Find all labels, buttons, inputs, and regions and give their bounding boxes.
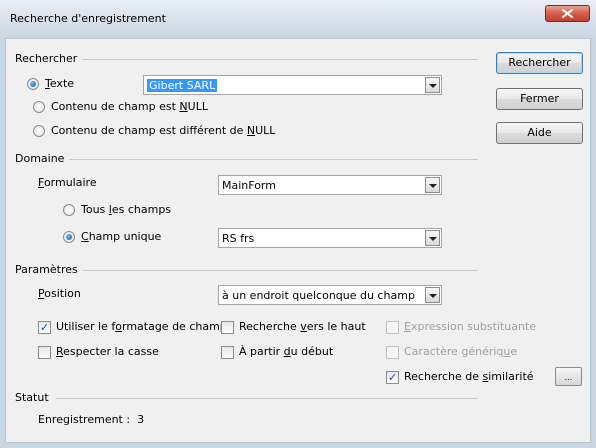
form-select[interactable]: MainForm [218, 175, 442, 195]
field-select[interactable]: RS frs [218, 228, 442, 248]
form-label: Formulaire [38, 176, 97, 189]
text-radio-label[interactable]: Texte [45, 77, 74, 90]
params-group-divider [83, 270, 478, 271]
status-group-divider [56, 398, 478, 399]
search-text-value[interactable]: Gibert SARL [147, 79, 218, 92]
similarity-options-label: ... [564, 373, 573, 382]
help-button[interactable]: Aide [496, 122, 583, 144]
help-button-label: Aide [527, 126, 552, 139]
position-select[interactable]: à un endroit quelconque du champ [218, 285, 442, 305]
field-format-label[interactable]: Utiliser le formatage de champ [56, 320, 227, 333]
not-null-radio-label[interactable]: Contenu de champ est différent de NULL [51, 124, 275, 137]
regex-checkbox[interactable] [386, 321, 399, 334]
all-fields-radio-label[interactable]: Tous les champs [81, 203, 171, 216]
search-button[interactable]: Rechercher [496, 52, 583, 74]
record-status: Enregistrement : 3 [38, 413, 145, 426]
window-close-button[interactable] [545, 5, 590, 22]
search-group-label: Rechercher [15, 52, 78, 65]
match-case-checkbox[interactable] [38, 346, 51, 359]
search-button-label: Rechercher [508, 56, 571, 69]
single-field-radio-label[interactable]: Champ unique [81, 230, 161, 243]
similarity-label[interactable]: Recherche de similarité [404, 370, 534, 383]
field-format-checkbox[interactable]: ✓ [38, 321, 51, 334]
chevron-down-icon[interactable] [425, 77, 440, 93]
search-group-divider [82, 59, 478, 60]
search-up-checkbox[interactable] [221, 321, 234, 334]
close-button-label: Fermer [520, 92, 559, 105]
similarity-options-button[interactable]: ... [555, 367, 582, 386]
domain-group-divider [69, 159, 478, 160]
status-group-label: Statut [15, 391, 49, 404]
window-title: Recherche d'enregistrement [10, 12, 166, 25]
text-radio[interactable] [27, 78, 39, 90]
wildcard-label: Caractère générique [404, 345, 518, 358]
regex-label: Expression substituante [404, 320, 537, 333]
position-select-value: à un endroit quelconque du champ [222, 289, 415, 302]
form-select-value: MainForm [222, 179, 276, 192]
search-up-label[interactable]: Recherche vers le haut [239, 320, 366, 333]
close-button[interactable]: Fermer [496, 88, 583, 110]
from-start-checkbox[interactable] [221, 346, 234, 359]
null-radio-label[interactable]: Contenu de champ est NULL [51, 100, 208, 113]
window-frame-right [591, 38, 596, 448]
window-frame-bottom [0, 443, 596, 448]
from-start-label[interactable]: À partir du début [239, 345, 333, 358]
all-fields-radio[interactable] [63, 204, 75, 216]
not-null-radio[interactable] [33, 125, 45, 137]
chevron-down-icon[interactable] [425, 177, 440, 193]
chevron-down-icon[interactable] [425, 230, 440, 246]
chevron-down-icon[interactable] [425, 287, 440, 303]
close-icon [562, 9, 573, 18]
domain-group-label: Domaine [15, 152, 65, 165]
wildcard-checkbox[interactable] [386, 346, 399, 359]
similarity-checkbox[interactable]: ✓ [386, 371, 399, 384]
position-label: Position [38, 287, 81, 300]
single-field-radio[interactable] [63, 231, 75, 243]
null-radio[interactable] [33, 101, 45, 113]
search-text-combo[interactable]: Gibert SARL [143, 75, 442, 95]
match-case-label[interactable]: Respecter la casse [56, 345, 159, 358]
field-select-value: RS frs [222, 232, 255, 245]
params-group-label: Paramètres [15, 263, 78, 276]
